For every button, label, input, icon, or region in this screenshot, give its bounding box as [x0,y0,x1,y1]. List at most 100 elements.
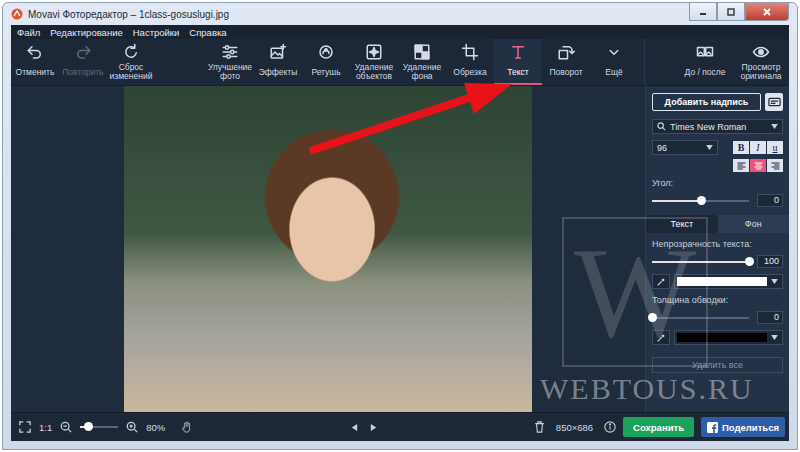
align-center-icon [753,161,764,171]
slider-knob[interactable] [648,313,657,322]
presets-button[interactable] [765,93,783,111]
screen: Movavi Фоторедактор – 1class-gosuslugi.j… [0,0,800,452]
style-button[interactable]: I [750,141,766,154]
text-color-swatch [677,277,767,286]
slider-knob[interactable] [697,196,706,205]
history-button[interactable]: Отменить [11,39,59,85]
tool-button[interactable]: Поворот [542,39,590,85]
effects-icon [269,43,287,61]
trash-icon[interactable] [534,421,545,433]
watermark-logo: W [562,217,708,367]
minimize-icon [698,7,708,17]
align-button[interactable] [767,159,783,172]
eyedropper-icon [656,333,666,343]
dropdown-arrow-icon [771,279,778,284]
tool-button[interactable]: Эффекты [254,39,302,85]
actual-size-button[interactable]: 1:1 [39,422,52,433]
undo-icon [26,43,44,61]
menu-item[interactable]: Справка [189,27,226,38]
tool-button[interactable]: Удаление объектов [350,39,398,85]
view-group: До / послеПросмотр оригинала [644,39,789,85]
size-select[interactable]: 96 [652,140,718,155]
opacity-label: Непрозрачность текста: [652,239,783,249]
eyedropper-icon [656,277,666,287]
slider-knob[interactable] [84,422,93,431]
maximize-button[interactable] [717,3,745,21]
zoom-slider[interactable] [80,426,118,428]
text-panel: Добавить надпись Times New Roman 96 BIu Угол… [645,86,789,412]
opacity-value[interactable]: 100 [757,255,783,268]
stroke-value[interactable]: 0 [757,311,783,324]
toolbar: ОтменитьПовторитьСброс изменений Улучшени… [11,39,789,86]
history-button[interactable]: Сброс изменений [107,39,155,85]
zoom-value: 80% [146,422,165,433]
tool-button[interactable]: Обрезка [446,39,494,85]
view-button[interactable]: До / после [677,39,733,85]
sliders-icon [221,43,239,61]
previous-arrow-icon[interactable] [350,423,359,432]
menu-item[interactable]: Файл [17,27,40,38]
movavi-logo-icon [11,8,23,20]
eye-icon [752,43,770,61]
toolbar-separator [155,39,206,85]
tool-button[interactable]: Ещё [590,39,638,85]
photo[interactable] [124,86,532,412]
watermark-letter: W [574,227,697,357]
menu-item[interactable]: Настройки [133,27,180,38]
eyedropper-button[interactable] [652,274,670,289]
slider-knob[interactable] [745,257,754,266]
navigation-group [193,423,534,432]
window-title: Movavi Фоторедактор – 1class-gosuslugi.j… [28,9,229,20]
opacity-slider[interactable] [652,261,749,263]
stroke-color-row [652,330,783,345]
font-select[interactable]: Times New Roman [652,119,783,134]
share-button[interactable]: Поделиться [701,417,785,437]
zoom-in-icon[interactable] [126,421,138,433]
save-button[interactable]: Сохранить [623,417,694,437]
history-button[interactable]: Повторить [59,39,107,85]
tool-button[interactable]: Улучшение фото [206,39,254,85]
angle-label: Угол: [652,178,783,188]
add-caption-button[interactable]: Добавить надпись [652,93,761,111]
style-button[interactable]: B [733,141,749,154]
zoom-out-icon[interactable] [60,421,72,433]
angle-value[interactable]: 0 [757,194,783,207]
bottom-bar: 1:180%850×686СохранитьПоделиться [11,412,789,441]
caption-presets-icon [768,97,781,107]
file-group: 850×686СохранитьПоделиться [534,417,785,437]
info-icon[interactable] [604,421,616,433]
align-buttons [733,159,783,172]
hand-tool-icon[interactable] [181,421,193,433]
tool-button[interactable]: Текст [494,39,542,85]
view-button[interactable]: Просмотр оригинала [733,39,789,85]
eyedropper-button[interactable] [652,330,670,345]
delete-all-button[interactable]: Удалить все [652,357,783,373]
close-button[interactable] [745,3,789,21]
tool-button[interactable]: Ретушь [302,39,350,85]
text-icon [509,43,527,61]
dropdown-arrow-icon [771,335,778,340]
crop-icon [461,43,479,61]
tools-group: Улучшение фотоЭффектыРетушьУдаление объе… [206,39,638,85]
fit-screen-icon[interactable] [19,421,31,433]
panel-tab[interactable]: Фон [718,215,790,233]
menu-bar: Файл Редактирование Настройки Справка [11,25,789,39]
text-color-picker[interactable] [674,274,783,289]
stroke-slider[interactable] [652,317,749,319]
style-button[interactable]: u [767,141,783,154]
align-button[interactable] [750,159,766,172]
next-arrow-icon[interactable] [369,423,378,432]
stroke-color-picker[interactable] [674,330,783,345]
menu-item[interactable]: Редактирование [50,27,122,38]
style-buttons: BIu [733,141,783,154]
align-row [652,159,783,172]
tool-button[interactable]: Удаление фона [398,39,446,85]
align-button[interactable] [733,159,749,172]
canvas [11,86,645,412]
red-arrow-annotation [0,0,800,452]
minimize-button[interactable] [689,3,717,21]
panel-tab[interactable]: Текст [646,215,718,233]
maximize-icon [726,7,736,17]
opacity-row: 100 [652,255,783,268]
angle-slider[interactable] [652,200,749,202]
